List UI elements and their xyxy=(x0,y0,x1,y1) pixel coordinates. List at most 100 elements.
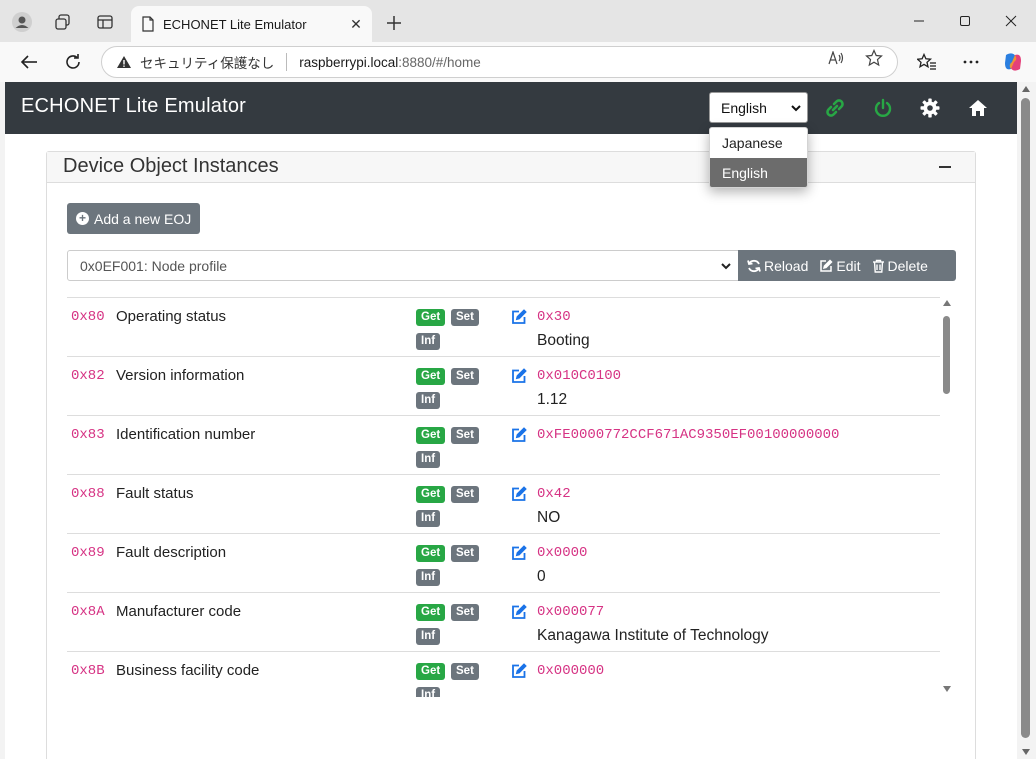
set-badge[interactable]: Set xyxy=(451,663,479,680)
favorites-icon[interactable] xyxy=(915,50,939,74)
edit-property-icon[interactable] xyxy=(511,427,527,443)
get-badge[interactable]: Get xyxy=(416,309,446,326)
vertical-tabs-icon[interactable] xyxy=(94,11,116,33)
inf-badge[interactable]: Inf xyxy=(416,569,441,586)
table-scrollbar[interactable] xyxy=(941,300,953,692)
scroll-thumb[interactable] xyxy=(943,316,950,394)
scroll-up-arrow[interactable] xyxy=(943,300,951,306)
minimize-icon[interactable] xyxy=(909,11,929,31)
table-row: 0x88 Fault status Get Set Inf 0x42 NO xyxy=(67,475,940,534)
edit-property-icon[interactable] xyxy=(511,663,527,679)
inf-badge[interactable]: Inf xyxy=(416,333,441,350)
language-selected: English xyxy=(721,99,767,116)
epc-code: 0x8B xyxy=(71,663,105,679)
set-badge[interactable]: Set xyxy=(451,309,479,326)
edit-property-icon[interactable] xyxy=(511,545,527,561)
table-row: 0x8B Business facility code Get Set Inf … xyxy=(67,652,940,697)
scroll-down-arrow[interactable] xyxy=(1022,749,1030,755)
more-options-icon[interactable] xyxy=(959,50,983,74)
get-badge[interactable]: Get xyxy=(416,427,446,444)
property-name: Business facility code xyxy=(116,662,260,679)
epc-code: 0x82 xyxy=(71,368,105,384)
inf-badge[interactable]: Inf xyxy=(416,687,441,697)
edit-property-icon[interactable] xyxy=(511,368,527,384)
epc-code: 0x8A xyxy=(71,604,105,620)
inf-badge[interactable]: Inf xyxy=(416,510,441,527)
edt-value: 0x42 xyxy=(537,486,571,502)
get-badge[interactable]: Get xyxy=(416,545,446,562)
back-icon[interactable] xyxy=(17,50,41,74)
edt-value: 0x000000 xyxy=(537,663,605,679)
close-window-icon[interactable] xyxy=(1001,11,1021,31)
scroll-thumb[interactable] xyxy=(1021,98,1030,738)
maximize-icon[interactable] xyxy=(955,11,975,31)
page-scrollbar[interactable] xyxy=(1017,82,1036,759)
workspaces-icon[interactable] xyxy=(52,11,74,33)
profile-icon[interactable] xyxy=(11,11,33,33)
browser-tab[interactable]: ECHONET Lite Emulator ✕ xyxy=(131,6,372,42)
decoded-value: Kanagawa Institute of Technology xyxy=(537,627,769,644)
get-badge[interactable]: Get xyxy=(416,663,446,680)
decoded-value: Booting xyxy=(537,332,590,349)
copilot-icon[interactable] xyxy=(1001,50,1025,74)
set-badge[interactable]: Set xyxy=(451,427,479,444)
language-option-english[interactable]: English xyxy=(710,158,807,187)
get-badge[interactable]: Get xyxy=(416,368,446,385)
reload-icon xyxy=(747,259,761,272)
epc-code: 0x83 xyxy=(71,427,105,443)
eoj-select[interactable]: 0x0EF001: Node profile xyxy=(67,250,739,281)
epc-code: 0x80 xyxy=(71,309,105,325)
get-badge[interactable]: Get xyxy=(416,486,446,503)
inf-badge[interactable]: Inf xyxy=(416,451,441,468)
property-name: Version information xyxy=(116,367,245,384)
edt-value: 0x000077 xyxy=(537,604,605,620)
app-title: ECHONET Lite Emulator xyxy=(21,95,247,117)
set-badge[interactable]: Set xyxy=(451,604,479,621)
language-select[interactable]: English xyxy=(709,92,808,123)
address-separator xyxy=(286,53,288,71)
browser-tab-bar: ECHONET Lite Emulator ✕ xyxy=(0,0,1036,42)
set-badge[interactable]: Set xyxy=(451,545,479,562)
security-warning: セキュリティ保護なし xyxy=(140,56,275,71)
scroll-up-arrow[interactable] xyxy=(1022,86,1030,92)
address-bar[interactable]: セキュリティ保護なし raspberrypi.local:8880/#/home xyxy=(101,46,898,78)
table-row: 0x89 Fault description Get Set Inf 0x000… xyxy=(67,534,940,593)
inf-badge[interactable]: Inf xyxy=(416,392,441,409)
language-dropdown: Japanese English xyxy=(709,127,808,188)
edt-value: 0x0000 xyxy=(537,545,588,561)
edit-property-icon[interactable] xyxy=(511,604,527,620)
home-icon[interactable] xyxy=(967,97,989,119)
property-name: Manufacturer code xyxy=(116,603,242,620)
set-badge[interactable]: Set xyxy=(451,486,479,503)
refresh-icon[interactable] xyxy=(61,50,85,74)
trash-icon xyxy=(872,259,884,273)
epc-code: 0x88 xyxy=(71,486,105,502)
set-badge[interactable]: Set xyxy=(451,368,479,385)
edit-icon xyxy=(820,258,833,272)
edit-property-icon[interactable] xyxy=(511,309,527,325)
gear-icon[interactable] xyxy=(919,97,941,119)
collapse-icon[interactable] xyxy=(939,166,951,168)
browser-nav-bar: セキュリティ保護なし raspberrypi.local:8880/#/home xyxy=(0,42,1036,82)
delete-button[interactable]: Delete xyxy=(872,258,928,274)
edit-button[interactable]: Edit xyxy=(819,258,861,274)
link-icon[interactable] xyxy=(824,97,846,119)
read-aloud-icon[interactable] xyxy=(826,49,846,67)
property-name: Fault description xyxy=(116,544,227,561)
new-tab-icon[interactable] xyxy=(383,12,405,34)
property-name: Identification number xyxy=(116,426,256,443)
get-badge[interactable]: Get xyxy=(416,604,446,621)
add-eoj-button[interactable]: + Add a new EOJ xyxy=(67,203,200,234)
favorite-star-icon[interactable] xyxy=(864,49,884,67)
app-viewport: ECHONET Lite Emulator English Japanese E… xyxy=(5,82,1017,759)
edit-property-icon[interactable] xyxy=(511,486,527,502)
page-icon xyxy=(142,16,154,32)
close-tab-icon[interactable]: ✕ xyxy=(346,14,366,34)
inf-badge[interactable]: Inf xyxy=(416,628,441,645)
property-table: 0x80 Operating status Get Set Inf 0x30 B… xyxy=(67,297,940,697)
language-option-japanese[interactable]: Japanese xyxy=(710,128,807,158)
edt-value: 0xFE0000772CCF671AC9350EF00100000000 xyxy=(537,427,840,443)
power-icon[interactable] xyxy=(872,97,894,119)
reload-button[interactable]: Reload xyxy=(747,258,808,274)
scroll-down-arrow[interactable] xyxy=(943,686,951,692)
